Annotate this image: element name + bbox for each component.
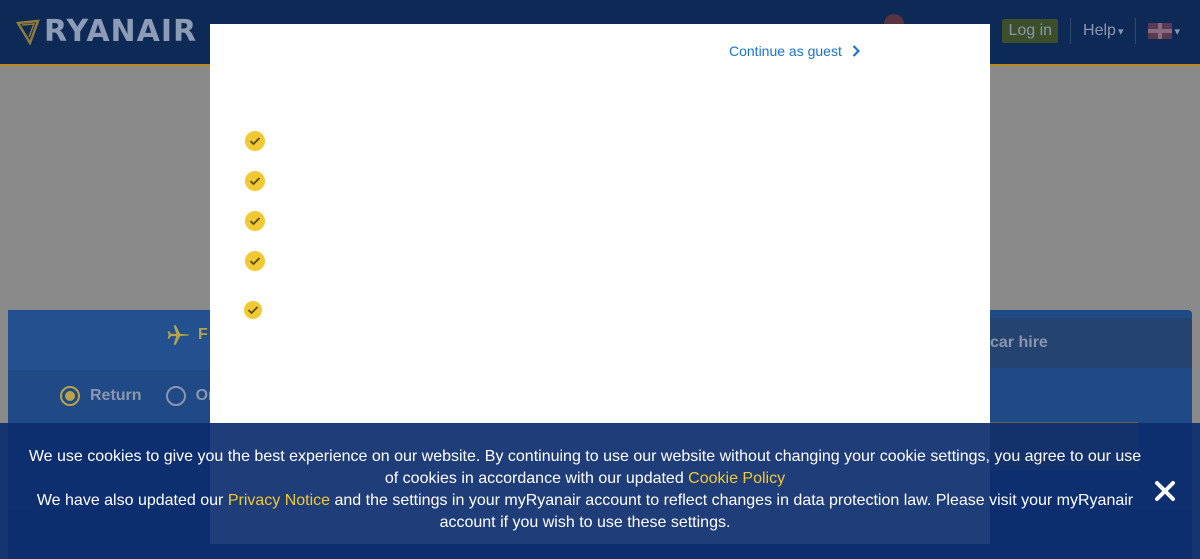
cookie-text-line2-end: and the settings in your myRyanair accou… — [330, 492, 1134, 531]
logo-wordmark: RYANAIR — [44, 14, 198, 49]
cookie-message: We use cookies to give you the best expe… — [20, 446, 1150, 534]
header-divider — [1070, 18, 1072, 44]
cookie-banner: We use cookies to give you the best expe… — [0, 423, 1200, 559]
continue-as-guest-link[interactable]: Continue as guest — [729, 43, 860, 59]
radio-return-label: Return — [90, 387, 142, 405]
close-icon[interactable] — [1154, 480, 1176, 502]
harp-logo-icon — [16, 19, 40, 45]
tab-car-hire-label: car hire — [990, 334, 1048, 351]
check-circle-icon — [245, 171, 265, 191]
plane-icon — [167, 325, 189, 345]
help-label: Help — [1083, 22, 1116, 39]
language-menu[interactable]: ▾ — [1148, 23, 1180, 39]
chevron-down-icon: ▾ — [1174, 25, 1180, 38]
help-menu[interactable]: Help ▾ — [1083, 22, 1123, 40]
check-circle-icon — [245, 211, 265, 231]
tab-flights-label: F — [198, 326, 208, 343]
privacy-notice-link[interactable]: Privacy Notice — [228, 492, 330, 509]
chevron-right-icon — [852, 45, 860, 57]
header-divider — [1135, 18, 1137, 44]
login-button[interactable]: Log in — [1002, 19, 1059, 43]
radio-selected-icon — [60, 386, 80, 406]
ryanair-logo[interactable]: RYANAIR — [16, 14, 197, 49]
uk-flag-icon — [1148, 23, 1173, 39]
cookie-text-line2-start: We have also updated our — [36, 492, 228, 509]
radio-unselected-icon — [165, 386, 186, 406]
header-actions: Log in Help ▾ ▾ — [1002, 18, 1180, 44]
trip-type-selector: Return One — [60, 386, 227, 406]
cookie-policy-link[interactable]: Cookie Policy — [688, 470, 785, 487]
check-circle-icon — [245, 251, 265, 271]
continue-as-guest-label: Continue as guest — [729, 43, 842, 59]
radio-return[interactable]: Return — [60, 386, 142, 406]
chevron-down-icon: ▾ — [1117, 25, 1124, 38]
cookie-text-line1: We use cookies to give you the best expe… — [28, 448, 1142, 487]
check-circle-icon — [244, 301, 262, 319]
check-circle-icon — [245, 131, 265, 151]
